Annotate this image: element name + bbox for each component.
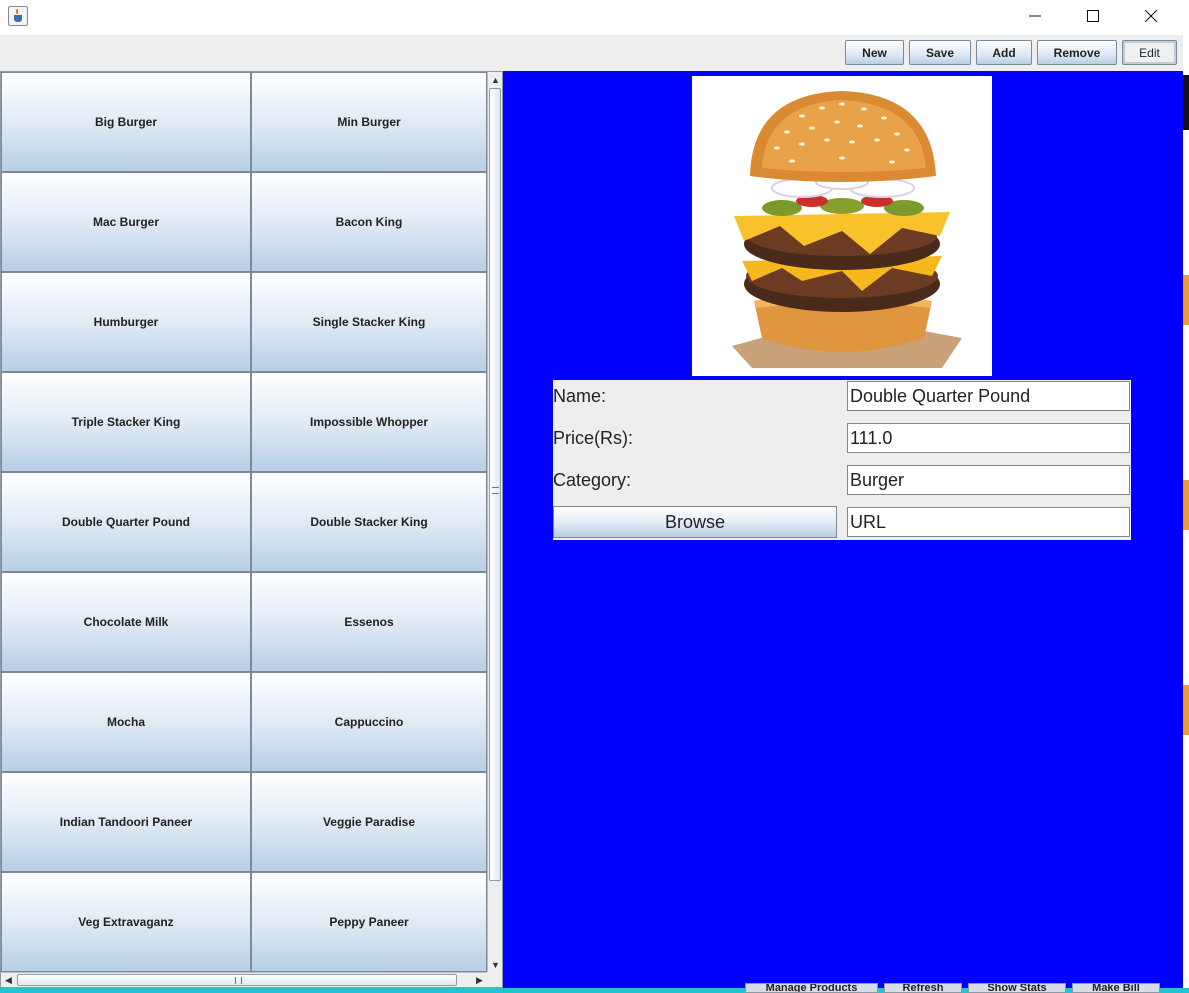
edit-button[interactable]: Edit	[1122, 40, 1177, 65]
product-button[interactable]: Indian Tandoori Paneer	[1, 772, 251, 872]
scroll-up-arrow-icon[interactable]: ▲	[488, 72, 503, 87]
product-image	[692, 76, 992, 376]
product-button[interactable]: Humburger	[1, 272, 251, 372]
product-button[interactable]: Mac Burger	[1, 172, 251, 272]
vertical-scroll-thumb[interactable]	[489, 88, 501, 881]
product-button[interactable]: Chocolate Milk	[1, 572, 251, 672]
add-button[interactable]: Add	[976, 40, 1032, 65]
product-detail-panel: Name: Double Quarter Pound Price(Rs): 11…	[503, 71, 1183, 988]
close-icon	[1144, 9, 1158, 23]
product-button[interactable]: Double Stacker King	[251, 472, 487, 572]
product-button[interactable]: Veggie Paradise	[251, 772, 487, 872]
scroll-left-arrow-icon[interactable]: ◀	[1, 973, 16, 988]
product-button[interactable]: Big Burger	[1, 72, 251, 172]
category-field[interactable]: Burger	[847, 465, 1130, 495]
price-label: Price(Rs):	[553, 428, 633, 448]
background-window-fragment	[1183, 480, 1189, 530]
horizontal-scrollbar[interactable]: ◀ ▶	[1, 972, 487, 987]
product-button[interactable]: Bacon King	[251, 172, 487, 272]
product-button[interactable]: Triple Stacker King	[1, 372, 251, 472]
product-button[interactable]: Min Burger	[251, 72, 487, 172]
product-button[interactable]: Double Quarter Pound	[1, 472, 251, 572]
url-field[interactable]: URL	[847, 507, 1130, 537]
remove-button[interactable]: Remove	[1037, 40, 1117, 65]
maximize-icon	[1087, 10, 1099, 22]
product-list-panel: Big Burger Min Burger Mac Burger Bacon K…	[0, 71, 503, 988]
vertical-scrollbar[interactable]: ▲ ▼	[487, 72, 502, 972]
background-tab: Show Stats	[968, 983, 1066, 993]
background-window-fragment	[1183, 75, 1189, 130]
background-window-fragment	[1183, 685, 1189, 735]
category-label: Category:	[553, 470, 632, 490]
name-label: Name:	[553, 386, 607, 406]
product-button[interactable]: Essenos	[251, 572, 487, 672]
background-tab: Manage Products	[745, 983, 878, 993]
product-button[interactable]: Single Stacker King	[251, 272, 487, 372]
save-button[interactable]: Save	[909, 40, 971, 65]
scroll-down-arrow-icon[interactable]: ▼	[488, 957, 503, 972]
burger-image-icon	[732, 91, 962, 368]
product-button[interactable]: Cappuccino	[251, 672, 487, 772]
background-tab: Make Bill	[1072, 983, 1160, 993]
minimize-button[interactable]	[1006, 0, 1064, 32]
name-field[interactable]: Double Quarter Pound	[847, 381, 1130, 411]
close-button[interactable]	[1122, 0, 1180, 32]
background-tab: Refresh	[884, 983, 962, 993]
minimize-icon	[1029, 15, 1041, 17]
product-button[interactable]: Impossible Whopper	[251, 372, 487, 472]
toolbar: New Save Add Remove Edit	[0, 35, 1183, 71]
scroll-right-arrow-icon[interactable]: ▶	[472, 973, 487, 988]
maximize-button[interactable]	[1064, 0, 1122, 32]
browse-button[interactable]: Browse	[553, 506, 837, 538]
product-form: Name: Double Quarter Pound Price(Rs): 11…	[553, 380, 1131, 540]
new-button[interactable]: New	[845, 40, 904, 65]
java-app-icon	[8, 6, 28, 26]
product-button[interactable]: Veg Extravaganz	[1, 872, 251, 972]
product-button[interactable]: Peppy Paneer	[251, 872, 487, 972]
title-bar	[0, 0, 1189, 35]
background-window-fragment	[1183, 275, 1189, 325]
horizontal-scroll-thumb[interactable]	[17, 974, 457, 986]
product-button[interactable]: Mocha	[1, 672, 251, 772]
scroll-corner	[487, 972, 502, 987]
price-field[interactable]: 111.0	[847, 423, 1130, 453]
